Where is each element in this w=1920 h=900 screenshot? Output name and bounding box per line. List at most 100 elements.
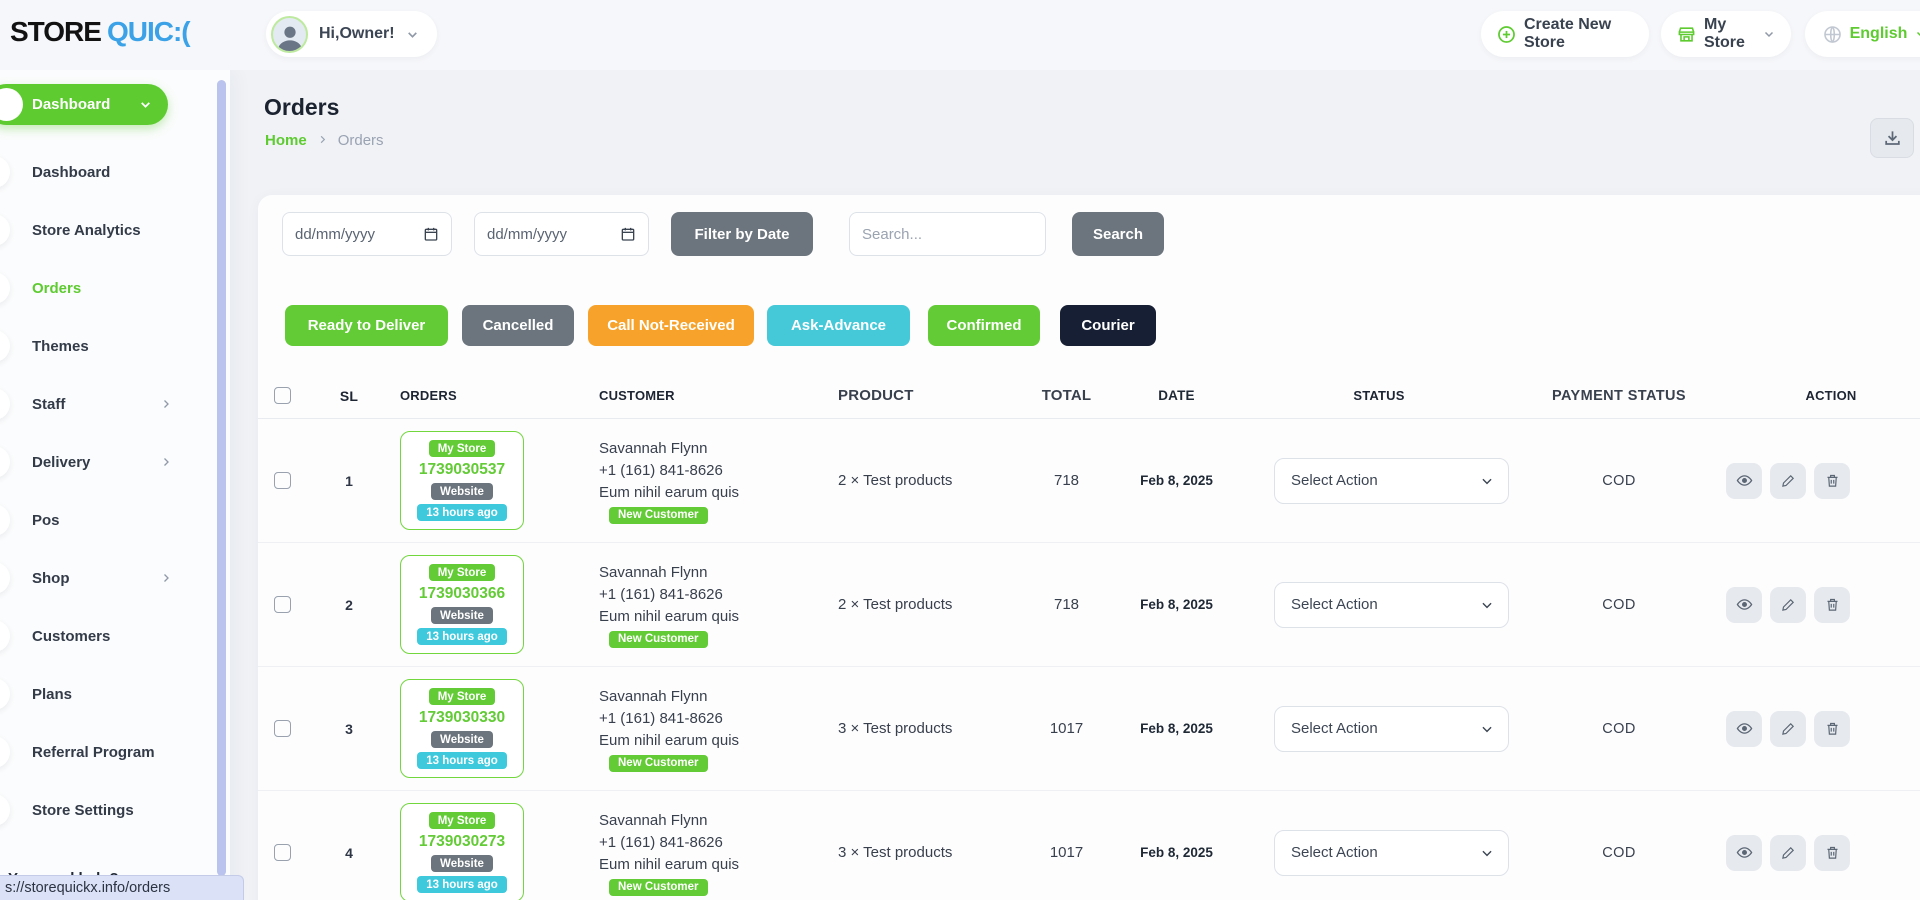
date-from-input[interactable]: dd/mm/yyyy bbox=[282, 212, 452, 256]
row-checkbox[interactable] bbox=[274, 720, 291, 737]
order-card[interactable]: My Store 1739030366 Website 13 hours ago bbox=[400, 555, 524, 654]
payment-status-cell: COD bbox=[1514, 721, 1724, 737]
search-button[interactable]: Search bbox=[1072, 212, 1164, 256]
select-action-label: Select Action bbox=[1291, 472, 1378, 489]
sidebar-item-staff[interactable]: Staff bbox=[0, 375, 214, 433]
order-number[interactable]: 1739030330 bbox=[419, 709, 505, 727]
customer-cell: Savannah Flynn +1 (161) 841-8626 Eum nih… bbox=[599, 686, 834, 772]
delete-order-button[interactable] bbox=[1814, 587, 1850, 623]
sidebar-item-label: Orders bbox=[32, 280, 81, 297]
channel-badge: Website bbox=[431, 483, 493, 500]
channel-badge: Website bbox=[431, 731, 493, 748]
chevron-down-icon bbox=[139, 98, 152, 111]
delete-order-button[interactable] bbox=[1814, 463, 1850, 499]
customer-phone: +1 (161) 841-8626 bbox=[599, 460, 834, 482]
sidebar-item-dashboard[interactable]: Dashboard bbox=[0, 143, 214, 201]
edit-order-button[interactable] bbox=[1770, 711, 1806, 747]
sidebar-scrollbar[interactable] bbox=[217, 80, 226, 876]
new-customer-badge: New Customer bbox=[609, 631, 708, 648]
sidebar-item-referral-program[interactable]: Referral Program bbox=[0, 723, 214, 781]
cancelled-button[interactable]: Cancelled bbox=[462, 305, 574, 346]
trash-icon bbox=[1825, 473, 1840, 488]
date-to-input[interactable]: dd/mm/yyyy bbox=[474, 212, 649, 256]
sidebar-item-pos[interactable]: Pos bbox=[0, 491, 214, 549]
chevron-right-icon bbox=[160, 456, 172, 468]
search-input[interactable]: Search... bbox=[849, 212, 1046, 256]
sidebar-item-delivery[interactable]: Delivery bbox=[0, 433, 214, 491]
delete-order-button[interactable] bbox=[1814, 835, 1850, 871]
header-product: PRODUCT bbox=[834, 387, 1024, 404]
product-cell: 2 × Test products bbox=[834, 596, 1024, 613]
courier-button[interactable]: Courier bbox=[1060, 305, 1156, 346]
sidebar-item-orders[interactable]: Orders bbox=[0, 259, 214, 317]
breadcrumb-home-link[interactable]: Home bbox=[265, 132, 307, 149]
language-menu[interactable]: English bbox=[1805, 11, 1920, 57]
select-action-dropdown[interactable]: Select Action bbox=[1274, 458, 1509, 504]
customer-cell: Savannah Flynn +1 (161) 841-8626 Eum nih… bbox=[599, 810, 834, 896]
channel-badge: Website bbox=[431, 855, 493, 872]
user-menu[interactable]: Hi,Owner! bbox=[266, 11, 437, 57]
select-action-dropdown[interactable]: Select Action bbox=[1274, 830, 1509, 876]
select-action-dropdown[interactable]: Select Action bbox=[1274, 582, 1509, 628]
select-action-dropdown[interactable]: Select Action bbox=[1274, 706, 1509, 752]
delete-order-button[interactable] bbox=[1814, 711, 1850, 747]
confirmed-button[interactable]: Confirmed bbox=[928, 305, 1040, 346]
sidebar-item-themes[interactable]: Themes bbox=[0, 317, 214, 375]
order-card[interactable]: My Store 1739030273 Website 13 hours ago bbox=[400, 803, 524, 900]
edit-order-button[interactable] bbox=[1770, 587, 1806, 623]
date-from-placeholder: dd/mm/yyyy bbox=[295, 226, 375, 243]
row-checkbox[interactable] bbox=[274, 596, 291, 613]
table-body: 1 My Store 1739030537 Website 13 hours a… bbox=[258, 419, 1920, 900]
eye-icon bbox=[1736, 844, 1753, 861]
sidebar-item-shop[interactable]: Shop bbox=[0, 549, 214, 607]
status-filter-bar: Ready to Deliver Cancelled Call Not-Rece… bbox=[285, 305, 1156, 346]
download-button[interactable] bbox=[1870, 118, 1914, 158]
chevron-down-icon bbox=[1480, 474, 1494, 488]
customer-name: Savannah Flynn bbox=[599, 438, 834, 460]
view-order-button[interactable] bbox=[1726, 835, 1762, 871]
store-badge: My Store bbox=[429, 440, 496, 457]
row-serial: 4 bbox=[314, 845, 384, 861]
logo-text-store: STORE bbox=[10, 16, 101, 47]
ready-to-deliver-button[interactable]: Ready to Deliver bbox=[285, 305, 448, 346]
edit-order-button[interactable] bbox=[1770, 463, 1806, 499]
total-cell: 1017 bbox=[1024, 720, 1109, 737]
view-order-button[interactable] bbox=[1726, 463, 1762, 499]
header-orders: ORDERS bbox=[384, 388, 599, 403]
order-number[interactable]: 1739030537 bbox=[419, 461, 505, 479]
plus-circle-icon bbox=[1497, 25, 1516, 44]
call-not-received-button[interactable]: Call Not-Received bbox=[588, 305, 754, 346]
sidebar-section-dashboard[interactable]: Dashboard bbox=[0, 84, 168, 125]
channel-badge: Website bbox=[431, 607, 493, 624]
view-order-button[interactable] bbox=[1726, 587, 1762, 623]
time-ago-badge: 13 hours ago bbox=[417, 876, 507, 893]
eye-icon bbox=[1736, 472, 1753, 489]
sidebar-item-label: Referral Program bbox=[32, 744, 155, 761]
row-checkbox[interactable] bbox=[274, 472, 291, 489]
sidebar-item-plans[interactable]: Plans bbox=[0, 665, 214, 723]
my-store-menu[interactable]: My Store bbox=[1661, 11, 1791, 57]
view-order-button[interactable] bbox=[1726, 711, 1762, 747]
customer-note: Eum nihil earum quis bbox=[599, 854, 834, 876]
sidebar-item-customers[interactable]: Customers bbox=[0, 607, 214, 665]
create-new-store-button[interactable]: Create New Store bbox=[1481, 11, 1649, 57]
order-card[interactable]: My Store 1739030330 Website 13 hours ago bbox=[400, 679, 524, 778]
edit-order-button[interactable] bbox=[1770, 835, 1806, 871]
order-card[interactable]: My Store 1739030537 Website 13 hours ago bbox=[400, 431, 524, 530]
time-ago-badge: 13 hours ago bbox=[417, 628, 507, 645]
pencil-icon bbox=[1781, 473, 1796, 488]
order-number[interactable]: 1739030273 bbox=[419, 833, 505, 851]
new-customer-badge: New Customer bbox=[609, 755, 708, 772]
pencil-icon bbox=[1781, 597, 1796, 612]
order-number[interactable]: 1739030366 bbox=[419, 585, 505, 603]
select-all-checkbox[interactable] bbox=[274, 387, 291, 404]
top-bar: STOREQUIC:( Hi,Owner! Create New Store M… bbox=[0, 0, 1920, 70]
sidebar-item-store-analytics[interactable]: Store Analytics bbox=[0, 201, 214, 259]
sidebar-item-store-settings[interactable]: Store Settings bbox=[0, 781, 214, 839]
customer-name: Savannah Flynn bbox=[599, 562, 834, 584]
filter-bar: dd/mm/yyyy dd/mm/yyyy Filter by Date Sea… bbox=[282, 212, 1164, 256]
ask-advance-button[interactable]: Ask-Advance bbox=[767, 305, 910, 346]
select-action-label: Select Action bbox=[1291, 596, 1378, 613]
row-checkbox[interactable] bbox=[274, 844, 291, 861]
filter-by-date-button[interactable]: Filter by Date bbox=[671, 212, 813, 256]
